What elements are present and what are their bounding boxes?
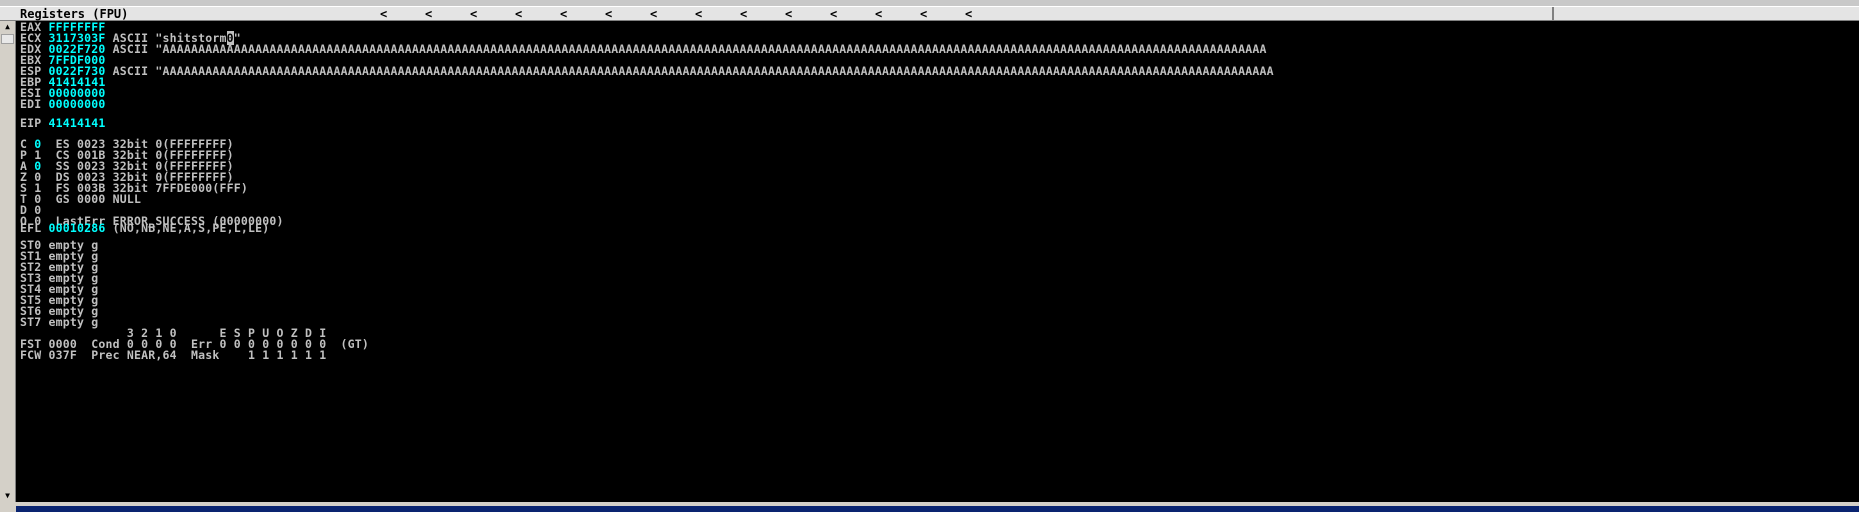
- register-edx[interactable]: EDX 0022F720 ASCII "AAAAAAAAAAAAAAAAAAAA…: [20, 43, 1267, 56]
- title-arrow-icon: <: [785, 7, 793, 21]
- segment-info: GS 0000 NULL: [41, 192, 142, 206]
- fpu-control-word[interactable]: FCW 037F Prec NEAR,64 Mask 1 1 1 1 1 1: [20, 349, 326, 362]
- title-arrow-icon: <: [605, 7, 613, 21]
- register-edi[interactable]: EDI 00000000: [20, 98, 106, 111]
- register-esp[interactable]: ESP 0022F730 ASCII "AAAAAAAAAAAAAAAAAAAA…: [20, 65, 1274, 78]
- registers-content: EAX FFFFFFFF ECX 3117303F ASCII "shitsto…: [20, 21, 1554, 501]
- title-arrow-icon: <: [920, 7, 928, 21]
- vertical-scrollbar[interactable]: ▲ ▼: [0, 21, 16, 502]
- title-arrow-icon: <: [830, 7, 838, 21]
- register-name: EDI: [20, 97, 42, 111]
- register-comment: ASCII "AAAAAAAAAAAAAAAAAAAAAAAAAAAAAAAAA…: [112, 64, 1274, 78]
- register-efl[interactable]: EFL 00010286 (NO,NB,NE,A,S,PE,L,LE): [20, 222, 269, 235]
- register-value: 00000000: [48, 97, 106, 111]
- register-value: 41414141: [48, 116, 106, 130]
- title-arrow-icon: <: [695, 7, 703, 21]
- title-arrow-icon: <: [650, 7, 658, 21]
- register-comment: ASCII "AAAAAAAAAAAAAAAAAAAAAAAAAAAAAAAAA…: [112, 42, 1267, 56]
- title-arrow-icon: <: [965, 7, 973, 21]
- register-name: EIP: [20, 116, 42, 130]
- bottom-pane-strip: [16, 506, 1859, 512]
- scroll-up-icon[interactable]: ▲: [1, 21, 14, 33]
- title-arrow-icon: <: [740, 7, 748, 21]
- title-arrow-icon: <: [875, 7, 883, 21]
- title-arrow-icon: <: [515, 7, 523, 21]
- title-arrow-icon: <: [560, 7, 568, 21]
- scroll-thumb[interactable]: [1, 34, 14, 44]
- title-separator[interactable]: [1552, 7, 1554, 21]
- scroll-down-icon[interactable]: ▼: [1, 490, 14, 502]
- register-name: EFL: [20, 221, 42, 235]
- efl-decoded: (NO,NB,NE,A,S,PE,L,LE): [112, 221, 270, 235]
- pane-title: Registers (FPU): [20, 7, 129, 21]
- register-eip[interactable]: EIP 41414141: [20, 117, 106, 130]
- register-value: 00010286: [48, 221, 106, 235]
- registers-pane-title-bar[interactable]: Registers (FPU) < < < < < < < < < < < < < <: [0, 6, 1859, 21]
- title-arrow-icon: <: [425, 7, 433, 21]
- title-arrows: < < < < < < < < < < < < < <: [380, 7, 1000, 21]
- title-arrow-icon: <: [380, 7, 388, 21]
- title-arrow-icon: <: [470, 7, 478, 21]
